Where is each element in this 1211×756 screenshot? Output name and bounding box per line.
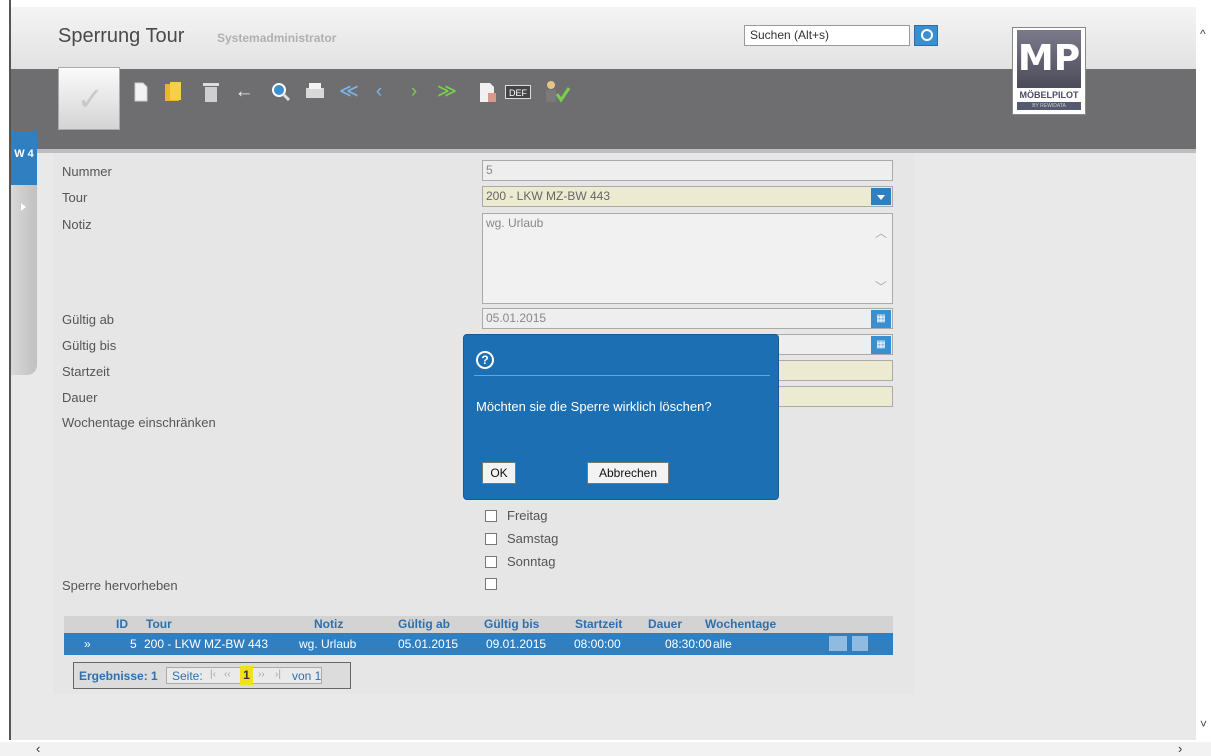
next-page-button[interactable]: ›› [258, 669, 265, 680]
side-tab-label: W 4 [14, 148, 34, 160]
notiz-value: wg. Urlaub [486, 216, 544, 230]
samstag-label: Samstag [507, 531, 559, 546]
gueltig-ab-value: 05.01.2015 [486, 311, 547, 325]
user-role: Systemadministrator [217, 31, 337, 45]
cell-wochentage: alle [713, 637, 732, 651]
previous-icon[interactable]: ‹ [371, 80, 387, 104]
pager: Ergebnisse: 1 Seite: |‹ ‹‹ 1 ›› ›| von 1 [73, 662, 351, 689]
dialog-message: Möchten sie die Sperre wirklich löschen? [476, 399, 712, 414]
scroll-down-icon[interactable]: ˅ [1200, 717, 1207, 731]
col-gueltig-ab[interactable]: Gültig ab [398, 617, 450, 631]
delete-icon[interactable] [202, 80, 220, 104]
tour-dropdown-button[interactable] [871, 188, 891, 205]
tour-combo[interactable]: 200 - LKW MZ-BW 443 [482, 186, 893, 207]
table-row[interactable]: » 5 200 - LKW MZ-BW 443 wg. Urlaub 05.01… [64, 633, 893, 655]
col-tour[interactable]: Tour [146, 617, 172, 631]
scroll-down-icon[interactable]: ﹀ [875, 278, 887, 295]
gueltig-ab-label: Gültig ab [62, 312, 115, 327]
back-icon[interactable]: ← [233, 80, 255, 104]
col-dauer[interactable]: Dauer [648, 617, 682, 631]
logo-name: MÖBELPILOT [1019, 90, 1079, 100]
scroll-up-icon[interactable]: ^ [1200, 27, 1206, 41]
delete-row-icon[interactable] [852, 636, 868, 651]
cell-dauer: 08:30:00 [665, 637, 712, 651]
print-icon[interactable] [304, 80, 326, 104]
confirm-icon: ✓ [77, 81, 104, 117]
side-tab-w4[interactable]: W 4 [11, 131, 37, 185]
current-page[interactable]: 1 [240, 666, 253, 685]
edit-row-icon[interactable] [829, 636, 847, 651]
mobelpilot-logo: MP MÖBELPILOT BY REWIDATA [1012, 27, 1086, 115]
results-count: Ergebnisse: 1 [79, 669, 158, 683]
page-title: Sperrung Tour [58, 25, 185, 47]
question-icon: ? [476, 351, 494, 369]
side-panel-expand[interactable] [11, 185, 37, 375]
search-icon[interactable] [271, 80, 291, 104]
browser-window: Sperrung Tour Systemadministrator Suchen… [0, 0, 1211, 756]
cell-gueltig-ab: 05.01.2015 [398, 637, 459, 651]
cell-startzeit: 08:00:00 [574, 637, 621, 651]
confirm-dialog: ? Möchten sie die Sperre wirklich lösche… [463, 334, 779, 500]
scroll-left-icon[interactable]: ‹ [36, 741, 40, 756]
search-input[interactable]: Suchen (Alt+s) [744, 25, 910, 46]
cell-gueltig-bis: 09.01.2015 [486, 637, 547, 651]
tour-label: Tour [62, 190, 88, 205]
user-check-icon[interactable] [541, 80, 571, 104]
calendar-icon[interactable]: ▦ [871, 336, 891, 354]
sperre-hervorheben-checkbox[interactable] [485, 578, 497, 590]
wochentage-label: Wochentage einschränken [62, 415, 216, 430]
tour-value: 200 - LKW MZ-BW 443 [486, 189, 611, 203]
startzeit-label: Startzeit [62, 364, 110, 379]
logo-sub: BY REWIDATA [1017, 102, 1081, 110]
sonntag-label: Sonntag [507, 554, 556, 569]
def-icon[interactable]: DEF [505, 85, 531, 99]
col-wochentage[interactable]: Wochentage [705, 617, 776, 631]
gueltig-ab-field[interactable]: 05.01.2015 ▦ [482, 308, 893, 329]
col-startzeit[interactable]: Startzeit [575, 617, 622, 631]
horizontal-scrollbar[interactable]: ‹ › [0, 741, 1211, 756]
logo-mark: MP [1017, 30, 1081, 88]
document-icon[interactable] [479, 80, 497, 104]
col-gueltig-bis[interactable]: Gültig bis [484, 617, 539, 631]
notiz-label: Notiz [62, 217, 92, 232]
page-total: von 1 [292, 669, 322, 683]
freitag-checkbox[interactable] [485, 510, 497, 522]
last-icon[interactable]: ≫ [434, 80, 460, 104]
cell-notiz: wg. Urlaub [299, 637, 357, 651]
row-marker: » [84, 637, 91, 651]
scroll-up-icon[interactable]: ︿ [875, 224, 887, 241]
sonntag-checkbox[interactable] [485, 556, 497, 568]
page-label: Seite: [172, 669, 203, 683]
scroll-right-icon[interactable]: › [1178, 741, 1182, 756]
prev-page-button[interactable]: ‹‹ [224, 669, 231, 680]
first-page-button[interactable]: |‹ [210, 669, 216, 680]
next-icon[interactable]: › [406, 80, 422, 104]
col-notiz[interactable]: Notiz [314, 617, 343, 631]
nummer-field[interactable]: 5 [482, 160, 893, 181]
cell-tour: 200 - LKW MZ-BW 443 [144, 637, 269, 651]
open-folder-icon[interactable] [163, 80, 183, 104]
search-button[interactable] [914, 25, 938, 46]
first-icon[interactable]: ≪ [336, 80, 362, 104]
cancel-button[interactable]: Abbrechen [587, 462, 669, 484]
col-id[interactable]: ID [116, 617, 128, 631]
grid-header: ID Tour Notiz Gültig ab Gültig bis Start… [64, 616, 893, 633]
ok-button[interactable]: OK [482, 462, 516, 484]
vertical-scrollbar[interactable]: ^ ˅ [1197, 7, 1211, 740]
new-document-icon[interactable] [134, 80, 148, 104]
sperre-hervorheben-label: Sperre hervorheben [62, 578, 178, 593]
dauer-label: Dauer [62, 390, 98, 405]
notiz-textarea[interactable]: wg. Urlaub ︿ ﹀ [482, 213, 893, 304]
dialog-divider [474, 375, 770, 376]
gueltig-bis-label: Gültig bis [62, 338, 117, 353]
freitag-label: Freitag [507, 508, 548, 523]
calendar-icon[interactable]: ▦ [871, 310, 891, 328]
confirm-button[interactable]: ✓ [58, 67, 120, 130]
nummer-label: Nummer [62, 164, 112, 179]
samstag-checkbox[interactable] [485, 533, 497, 545]
last-page-button[interactable]: ›| [275, 669, 281, 680]
cell-id: 5 [130, 637, 137, 651]
